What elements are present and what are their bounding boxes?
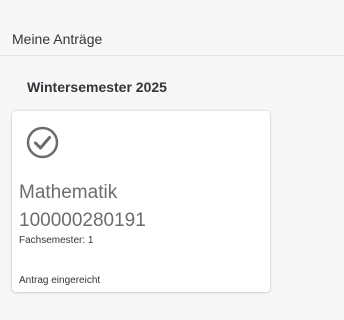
tile-application-number: 100000280191	[19, 210, 146, 231]
tile-title: Mathematik	[19, 182, 118, 203]
tile-subtitle: Fachsemester: 1	[19, 235, 94, 246]
check-circle-icon	[26, 126, 59, 159]
page-header: Meine Anträge	[0, 0, 344, 56]
application-tile[interactable]: Mathematik 100000280191 Fachsemester: 1 …	[12, 111, 270, 292]
tile-status: Antrag eingereicht	[19, 275, 101, 286]
page: Meine Anträge Wintersemester 2025 Mathem…	[0, 0, 344, 320]
page-title: Meine Anträge	[12, 31, 103, 47]
section-title: Wintersemester 2025	[27, 79, 167, 95]
